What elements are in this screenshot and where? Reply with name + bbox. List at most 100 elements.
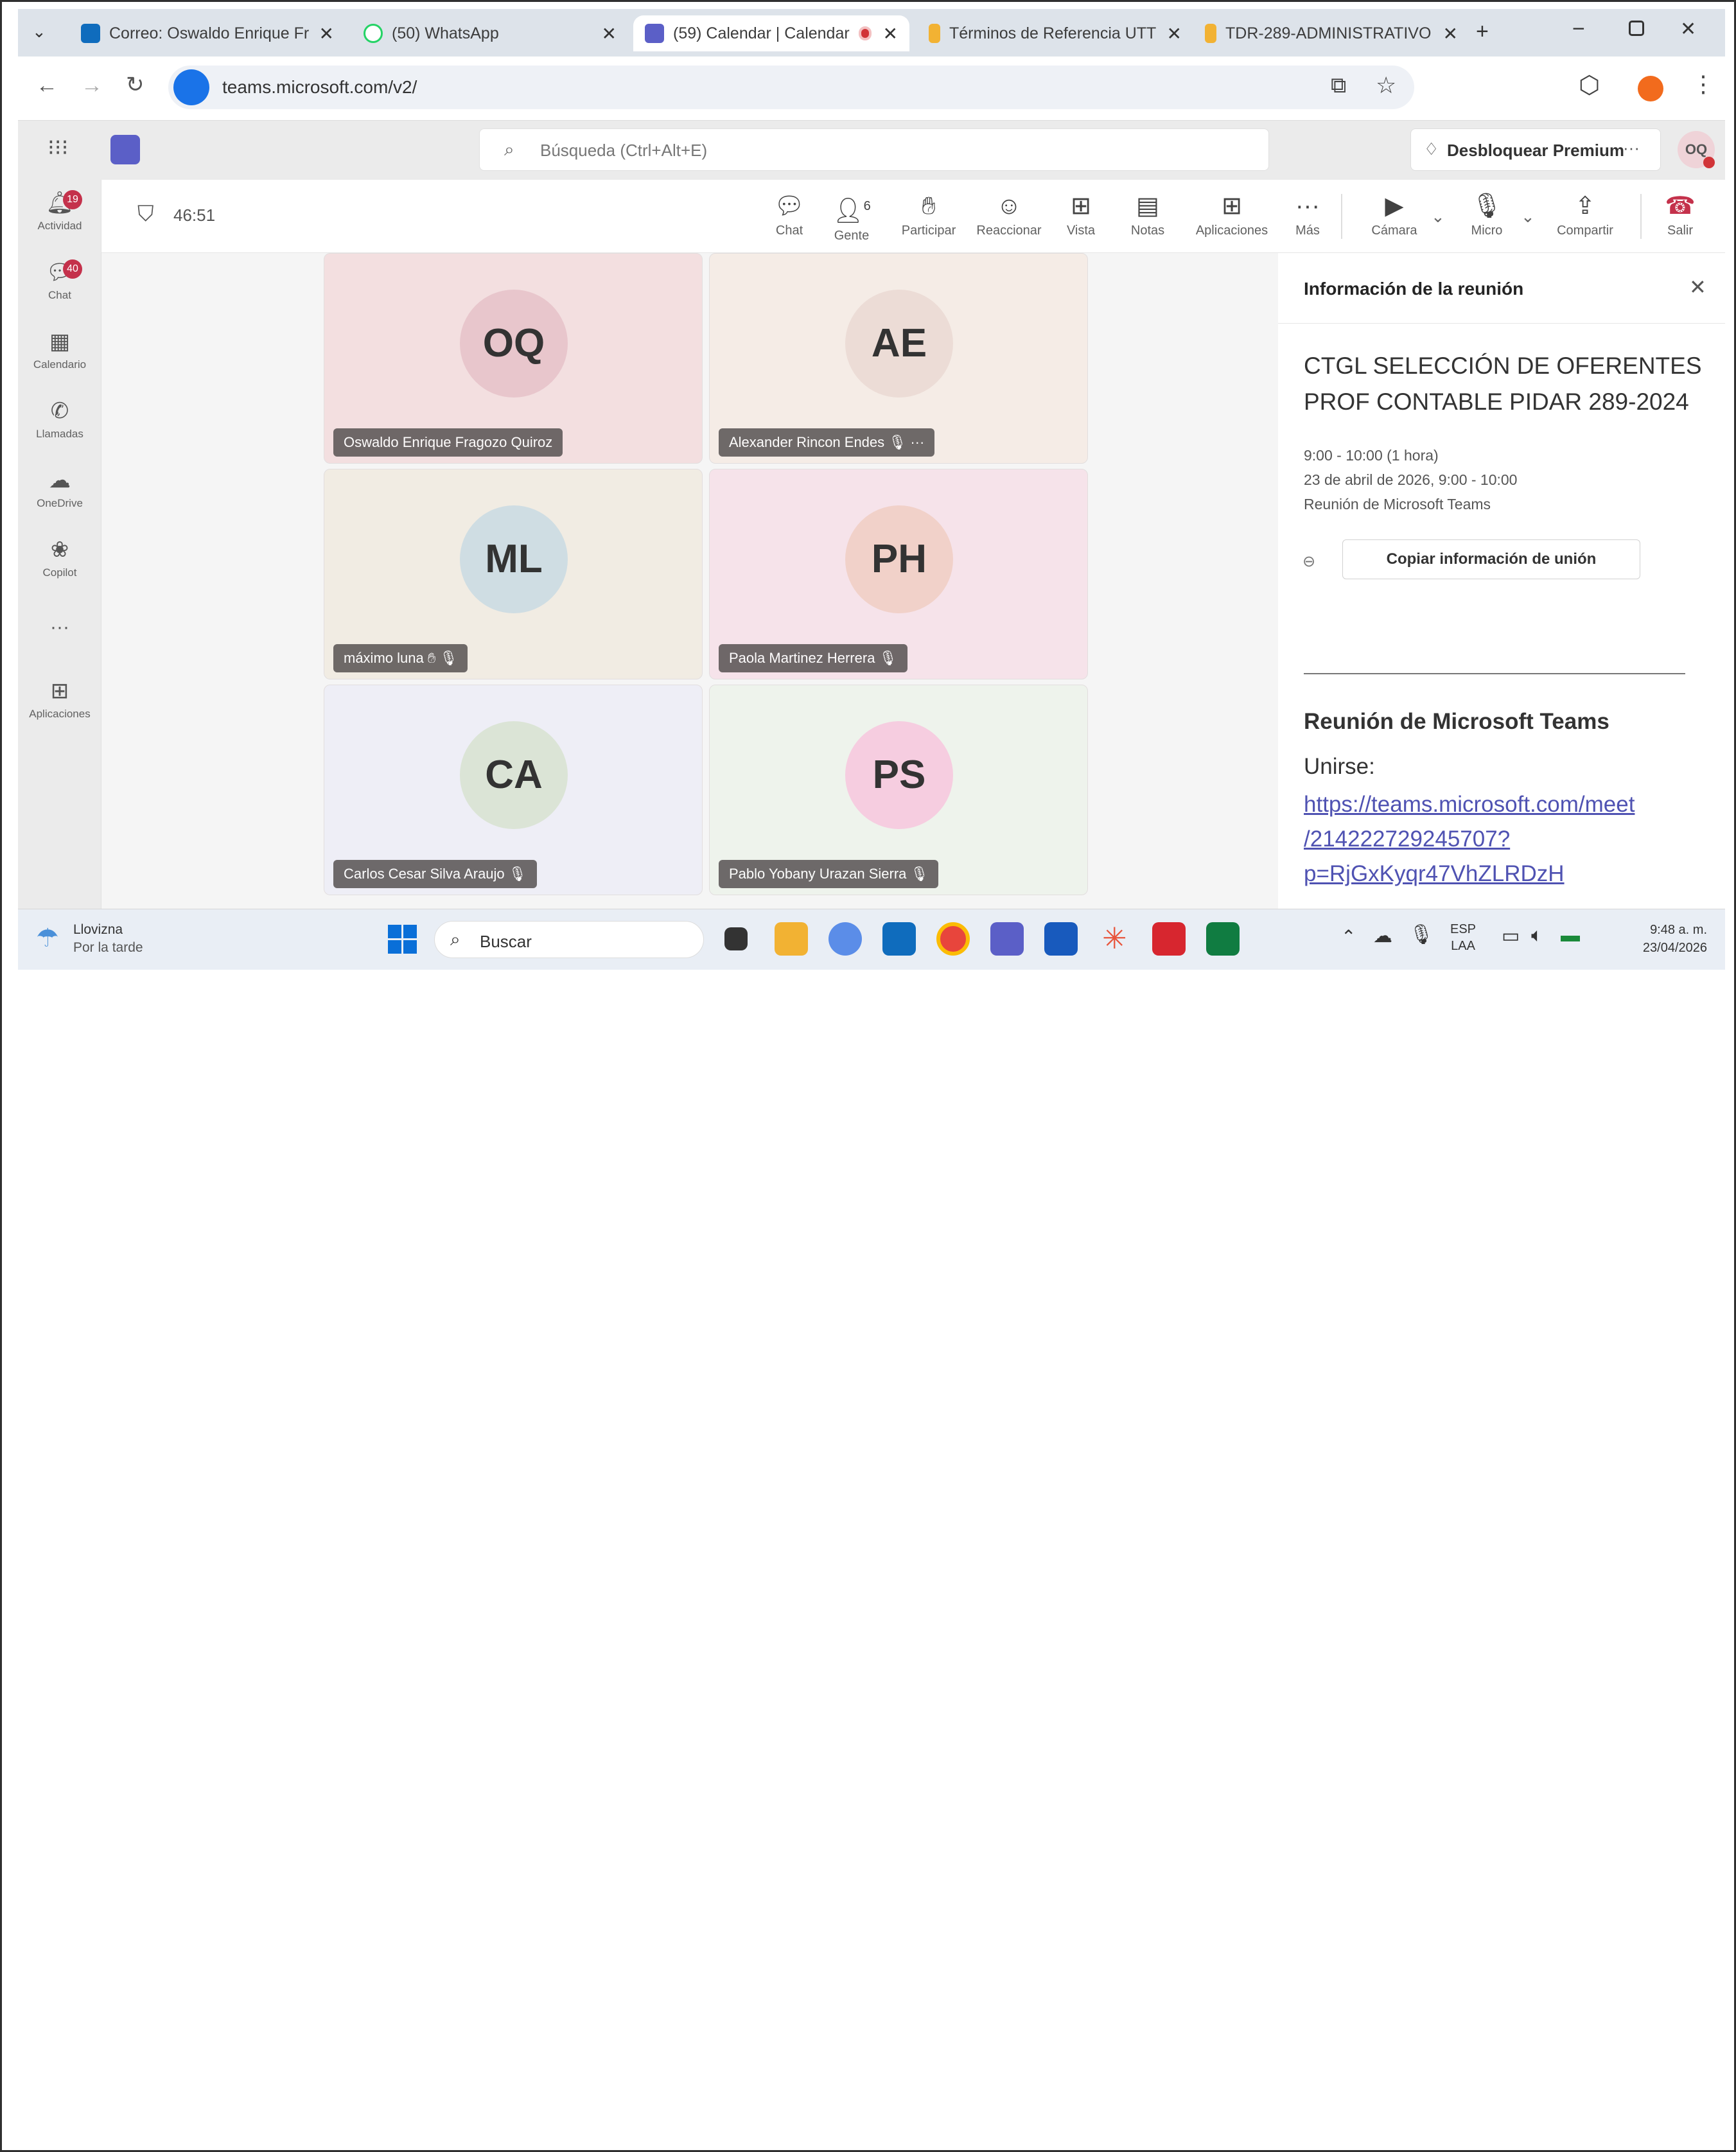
participant-name: Paola Martinez Herrera [729,650,875,666]
chevron-down-icon[interactable]: ⌄ [1431,207,1445,227]
clock[interactable]: 9:48 a. m. 23/04/2026 [1624,921,1707,957]
restore-icon[interactable] [1629,21,1644,36]
notification-badge: 19 [63,190,82,209]
forward-icon[interactable]: → [81,73,103,98]
chrome-icon[interactable] [936,922,970,956]
share-button[interactable]: ⇪ Compartir [1549,191,1621,238]
tab-whatsapp[interactable]: (50) WhatsApp ✕ [352,15,628,51]
window-close-icon[interactable]: ✕ [1680,18,1696,40]
app-launcher-icon[interactable]: ⁝⁝⁝ [48,135,68,161]
join-link[interactable]: https://teams.microsoft.com/meet /214222… [1304,787,1635,891]
rail-item-more[interactable]: ··· [18,617,101,638]
close-icon[interactable]: ✕ [883,23,898,44]
teams-icon[interactable] [990,922,1024,956]
windows-taskbar: ☂ Llovizna Por la tarde ⌕ Buscar ✳ ⌃ ☁︎ … [18,909,1725,970]
url-field[interactable]: teams.microsoft.com/v2/ ⧉ ☆ [168,66,1414,109]
diamond-icon: ♢ [1424,139,1439,159]
tab-label: (50) WhatsApp [392,24,499,42]
participant-tile[interactable]: ML máximo luna ✋︎ 🎙︎ [324,469,703,679]
microphone-icon[interactable]: 🎙︎ [1409,923,1434,946]
claude-icon[interactable]: ✳ [1102,921,1127,956]
site-info-icon[interactable] [173,69,209,105]
rail-item-llamadas[interactable]: ✆ Llamadas [18,398,101,441]
participant-tile[interactable]: CA Carlos Cesar Silva Araujo 🎙︎ [324,685,703,895]
onedrive-icon[interactable]: ☁︎ [1373,925,1392,947]
excel-icon[interactable] [1206,922,1240,956]
raise-hand-button[interactable]: ✋︎ Participar [897,191,961,238]
participant-name: Oswaldo Enrique Fragozo Quiroz [333,428,563,457]
notes-button[interactable]: ▤ Notas [1125,191,1170,238]
chevron-up-icon[interactable]: ⌃ [1341,926,1356,947]
back-icon[interactable]: ← [36,73,58,98]
people-button[interactable]: 👤︎6 Gente [826,191,877,243]
install-app-icon[interactable]: ⧉ [1331,73,1346,98]
participant-avatar: PH [845,505,953,613]
participant-tile[interactable]: AE Alexander Rincon Endes 🎙︎ ··· [709,253,1088,464]
reload-icon[interactable]: ↻ [126,72,145,98]
rail-item-aplicaciones[interactable]: ⊞ Aplicaciones [18,678,101,721]
new-tab-icon[interactable]: + [1476,19,1489,44]
more-icon[interactable]: ··· [1623,138,1640,158]
apps-button[interactable]: ⊞ Aplicaciones [1187,191,1277,238]
participant-tile[interactable]: OQ Oswaldo Enrique Fragozo Quiroz [324,253,703,464]
rail-item-calendario[interactable]: ▦ Calendario [18,329,101,371]
word-icon[interactable] [1044,922,1078,956]
chat-button[interactable]: 💬︎ Chat [767,191,812,238]
language-indicator[interactable]: ESP LAA [1450,921,1476,954]
rail-label: Calendario [33,358,87,371]
leave-button[interactable]: ☎ Salir [1661,191,1699,238]
close-icon[interactable]: ✕ [1689,275,1706,299]
chevron-down-icon[interactable]: ⌄ [1521,207,1535,227]
browser-menu-icon[interactable]: ⋮ [1692,71,1715,98]
tool-label: Aplicaciones [1195,223,1268,238]
windows-start-icon[interactable] [388,925,417,954]
tab-outlook[interactable]: Correo: Oswaldo Enrique Fr ✕ [69,15,346,51]
task-view-icon[interactable] [724,927,748,950]
more-button[interactable]: ··· Más [1288,191,1327,238]
participant-tile[interactable]: PS Pablo Yobany Urazan Sierra 🎙︎ [709,685,1088,895]
tab-calendar[interactable]: (59) Calendar | Calendar ✕ [633,15,909,51]
close-icon[interactable]: ✕ [1167,23,1182,44]
tab-terminos[interactable]: Términos de Referencia UTT ✕ [917,15,1193,51]
mic-button[interactable]: 🎙︎ Micro [1464,191,1509,238]
tab-tdr[interactable]: TDR-289-ADMINISTRATIVO ✕ [1193,15,1469,51]
more-icon[interactable]: ··· [910,434,924,450]
network-icon[interactable]: ▭ [1502,925,1520,947]
react-button[interactable]: ☺ Reaccionar [974,191,1044,238]
close-icon[interactable]: ✕ [319,23,334,44]
close-icon[interactable]: ✕ [602,23,617,44]
video-stage: OQ Oswaldo Enrique Fragozo Quiroz AE Ale… [101,253,1250,909]
tool-label: Gente [834,228,870,243]
battery-icon[interactable]: ▬ [1561,925,1580,947]
close-icon[interactable]: ✕ [1443,23,1458,44]
recording-icon [858,26,872,40]
rail-item-copilot[interactable]: ❀ Copilot [18,537,101,579]
join-link-line[interactable]: https://teams.microsoft.com/meet [1304,787,1635,822]
join-link-line[interactable]: p=RjGxKyqr47VhZLRDzH [1304,857,1635,891]
weather-title: Llovizna [73,922,123,937]
premium-button[interactable]: ♢ Desbloquear Premium ··· [1410,128,1661,171]
shield-icon: ⛉ [137,202,154,226]
view-button[interactable]: ⊞ Vista [1058,191,1103,238]
volume-icon[interactable]: 🔈︎ [1531,925,1543,947]
copy-join-info-button[interactable]: Copiar información de unión [1342,539,1640,579]
join-link-line[interactable]: /214222729245707? [1304,822,1635,857]
taskbar-search[interactable]: ⌕ Buscar [434,921,704,958]
search-input[interactable]: ⌕ Búsqueda (Ctrl+Alt+E) [479,128,1269,171]
extensions-icon[interactable]: ⬡ [1579,71,1600,100]
tool-label: Compartir [1557,223,1613,238]
bookmark-star-icon[interactable]: ☆ [1376,72,1396,99]
tab-search-icon[interactable]: ⌄ [32,22,46,42]
rail-item-actividad[interactable]: 🔔︎ Actividad 19 [18,190,101,232]
acrobat-icon[interactable] [1152,922,1186,956]
minimize-icon[interactable]: − [1572,17,1585,42]
rail-item-onedrive[interactable]: ☁︎ OneDrive [18,468,101,510]
rail-item-chat[interactable]: 💬︎ Chat 40 [18,259,101,302]
file-explorer-icon[interactable] [775,922,808,956]
profile-avatar[interactable] [1638,76,1663,101]
copilot-icon[interactable] [829,922,862,956]
camera-button[interactable]: ▶ Cámara [1365,191,1423,238]
participant-tile[interactable]: PH Paola Martinez Herrera 🎙︎ [709,469,1088,679]
weather-widget[interactable]: ☂ Llovizna Por la tarde [36,921,177,959]
outlook-icon[interactable] [882,922,916,956]
